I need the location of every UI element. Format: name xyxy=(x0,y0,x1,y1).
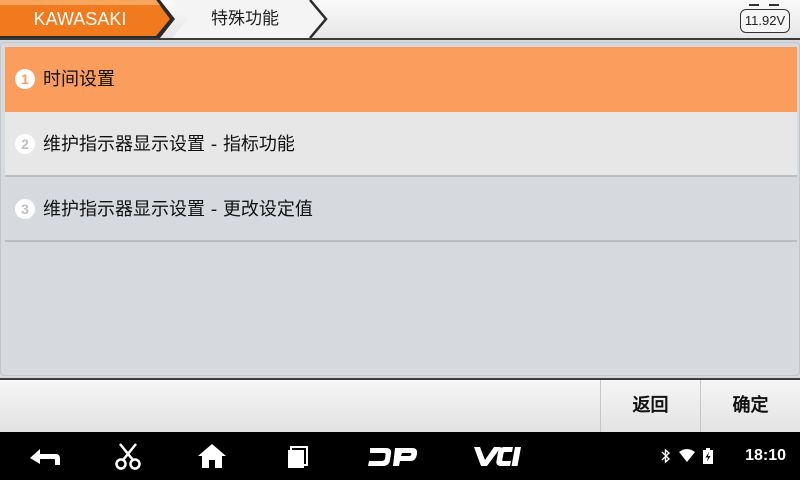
app-window: KAWASAKI 特殊功能 11.92V 1 时间设置 2 维护指示器显示设置 … xyxy=(0,0,800,480)
status-icons xyxy=(660,448,730,466)
menu-item-number: 1 xyxy=(15,69,35,89)
content-panel: 1 时间设置 2 维护指示器显示设置 - 指标功能 3 维护指示器显示设置 - … xyxy=(0,42,800,376)
menu-item-number: 2 xyxy=(15,134,35,154)
vci-icon[interactable] xyxy=(468,440,528,472)
menu-item-label: 维护指示器显示设置 - 指标功能 xyxy=(43,134,295,155)
menu-item-label: 时间设置 xyxy=(43,69,115,90)
breadcrumb-section-label: 特殊功能 xyxy=(211,9,279,29)
home-icon[interactable] xyxy=(188,440,236,472)
system-nav-bar: 18:10 xyxy=(0,432,800,480)
breadcrumb-section[interactable]: 特殊功能 xyxy=(150,0,330,38)
recent-apps-icon[interactable] xyxy=(274,440,322,472)
battery-charging-icon xyxy=(702,448,714,464)
battery-voltage-badge: 11.92V xyxy=(740,9,790,33)
menu-item-number: 3 xyxy=(15,199,35,219)
scissors-icon[interactable] xyxy=(104,440,152,472)
breadcrumb-brand-label: KAWASAKI xyxy=(33,9,127,29)
menu-item-label: 维护指示器显示设置 - 更改设定值 xyxy=(43,199,313,220)
menu-item-maintenance-indicator-function[interactable]: 2 维护指示器显示设置 - 指标功能 xyxy=(5,112,797,177)
menu-item-maintenance-indicator-setpoint[interactable]: 3 维护指示器显示设置 - 更改设定值 xyxy=(5,177,797,242)
function-menu-list: 1 时间设置 2 维护指示器显示设置 - 指标功能 3 维护指示器显示设置 - … xyxy=(5,47,797,242)
breadcrumb-brand[interactable]: KAWASAKI xyxy=(0,0,175,38)
confirm-button[interactable]: 确定 xyxy=(700,380,800,432)
wifi-icon xyxy=(678,448,696,464)
battery-cap-icon xyxy=(747,4,783,8)
dp-icon[interactable] xyxy=(364,440,420,472)
bluetooth-icon xyxy=(660,448,672,464)
back-icon[interactable] xyxy=(20,440,68,472)
action-bar: 返回 确定 xyxy=(0,378,800,432)
status-clock: 18:10 xyxy=(745,447,786,464)
breadcrumb-bar: KAWASAKI 特殊功能 11.92V xyxy=(0,0,800,40)
menu-item-time-setting[interactable]: 1 时间设置 xyxy=(5,47,797,112)
back-button[interactable]: 返回 xyxy=(600,380,700,432)
